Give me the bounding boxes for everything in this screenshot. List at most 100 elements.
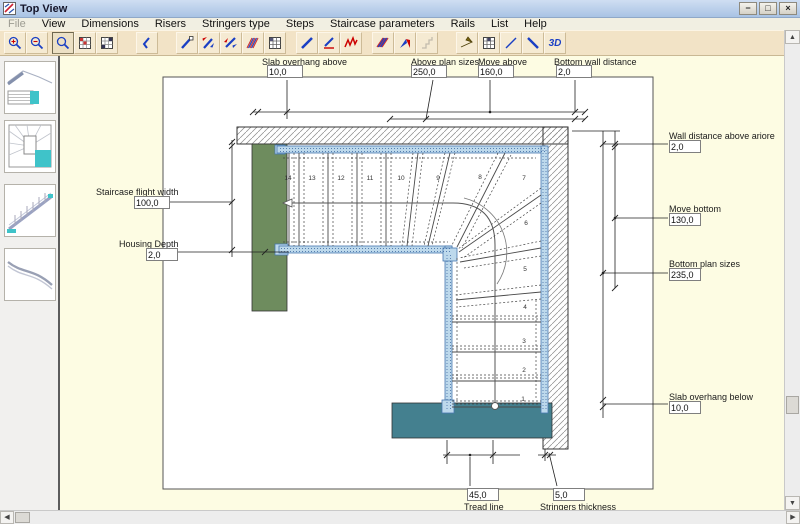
- maximize-button[interactable]: □: [759, 2, 777, 15]
- menu-bar: File View Dimensions Risers Stringers ty…: [0, 18, 800, 30]
- stringer-line-button[interactable]: [296, 32, 318, 54]
- scroll-left-button[interactable]: ◀: [0, 511, 14, 524]
- window-title: Top View: [20, 3, 67, 15]
- svg-text:12: 12: [337, 175, 345, 182]
- scroll-right-button[interactable]: ▶: [786, 511, 800, 524]
- bottom-wall-distance-input[interactable]: [556, 65, 592, 78]
- stairs-draw-icon: [179, 35, 195, 51]
- stairs-draw-button[interactable]: [176, 32, 198, 54]
- stringer-profile-icon: [5, 249, 55, 300]
- zoom-in-icon: [7, 35, 23, 51]
- arrow-pointer-button[interactable]: [456, 32, 478, 54]
- toolbar: 3D: [0, 30, 800, 56]
- table-blue-button[interactable]: [96, 32, 118, 54]
- staircase-plan-drawing: 14 13 12 11 10 9 8 7 6 5 4 3 2 1: [62, 56, 784, 510]
- line-slash-button[interactable]: [500, 32, 522, 54]
- railing-3d-icon: [5, 185, 55, 236]
- table-2-button[interactable]: [478, 32, 500, 54]
- vertical-scrollbar[interactable]: ▲ ▼: [784, 30, 800, 510]
- stringer-line-icon: [299, 35, 315, 51]
- view-3d-button[interactable]: 3D: [544, 32, 566, 54]
- line-slash-icon: [503, 35, 519, 51]
- line-backslash-icon: [525, 35, 541, 51]
- view-thumbnails-sidebar: [0, 56, 60, 510]
- stringers-thickness-input[interactable]: [553, 488, 585, 501]
- stairs-arrows-up-icon: [201, 35, 217, 51]
- thumbnail-elevation-view[interactable]: [4, 61, 56, 114]
- arrows-red-blue-icon: [397, 35, 413, 51]
- arrows-red-blue-button[interactable]: [394, 32, 416, 54]
- section-line-icon: [139, 35, 155, 51]
- slab-overhang-below-input[interactable]: [669, 401, 701, 414]
- menu-rails[interactable]: Rails: [443, 18, 483, 30]
- thumbnail-plan-view[interactable]: [4, 120, 56, 173]
- minimize-button[interactable]: −: [739, 2, 757, 15]
- application-window: Top View − □ × File View Dimensions Rise…: [0, 0, 800, 524]
- stairs-table-button[interactable]: [264, 32, 286, 54]
- magnifier-icon: [55, 35, 71, 51]
- housing-depth-input[interactable]: [146, 248, 178, 261]
- stairs-arrows-up-button[interactable]: [198, 32, 220, 54]
- svg-text:5: 5: [523, 266, 527, 273]
- horizontal-scroll-thumb[interactable]: [15, 512, 30, 523]
- wall-distance-above-input[interactable]: [669, 140, 701, 153]
- app-icon: [3, 2, 16, 15]
- horizontal-scrollbar[interactable]: ◀ ▶: [0, 510, 800, 524]
- stairs-arrows-down-button[interactable]: [220, 32, 242, 54]
- stairs-arrows-down-icon: [223, 35, 239, 51]
- table-2-icon: [481, 35, 497, 51]
- hatched-panel-button[interactable]: [372, 32, 394, 54]
- workspace: 14 13 12 11 10 9 8 7 6 5 4 3 2 1 Slab ov: [0, 56, 800, 510]
- svg-text:11: 11: [367, 175, 374, 182]
- stairs-hatched-button[interactable]: [242, 32, 264, 54]
- railing-zigzag-icon: [343, 35, 359, 51]
- vertical-scroll-thumb[interactable]: [786, 396, 799, 414]
- move-bottom-input[interactable]: [669, 213, 701, 226]
- stairs-table-icon: [267, 35, 283, 51]
- stairs-disabled-button: [416, 32, 438, 54]
- svg-text:13: 13: [308, 175, 316, 182]
- svg-text:2: 2: [522, 367, 526, 374]
- svg-text:7: 7: [522, 175, 526, 182]
- close-button[interactable]: ×: [779, 2, 797, 15]
- thumbnail-stringer-profile-view[interactable]: [4, 248, 56, 301]
- menu-risers[interactable]: Risers: [147, 18, 194, 30]
- menu-list[interactable]: List: [483, 18, 516, 30]
- svg-text:3: 3: [522, 338, 526, 345]
- table-red-icon: [77, 35, 93, 51]
- bottom-plan-sizes-input[interactable]: [669, 268, 701, 281]
- table-blue-icon: [99, 35, 115, 51]
- arrow-pointer-icon: [459, 35, 475, 51]
- menu-view[interactable]: View: [34, 18, 74, 30]
- elevation-view-icon: [5, 62, 55, 113]
- lower-landing-teal: [392, 403, 552, 438]
- menu-stringers-type[interactable]: Stringers type: [194, 18, 278, 30]
- svg-text:6: 6: [524, 220, 528, 227]
- view-3d-label: 3D: [549, 38, 562, 49]
- menu-dimensions[interactable]: Dimensions: [73, 18, 146, 30]
- railing-zigzag-button[interactable]: [340, 32, 362, 54]
- above-plan-sizes-input[interactable]: [411, 65, 447, 78]
- svg-text:1: 1: [521, 396, 525, 403]
- zoom-select-button[interactable]: [52, 32, 74, 54]
- line-backslash-button[interactable]: [522, 32, 544, 54]
- table-red-button[interactable]: [74, 32, 96, 54]
- tread-line-input[interactable]: [467, 488, 499, 501]
- stringer-line-red-button[interactable]: [318, 32, 340, 54]
- menu-help[interactable]: Help: [516, 18, 555, 30]
- staircase-flight-width-input[interactable]: [134, 196, 170, 209]
- slab-overhang-above-input[interactable]: [267, 65, 303, 78]
- drawing-canvas[interactable]: 14 13 12 11 10 9 8 7 6 5 4 3 2 1 Slab ov: [62, 56, 784, 510]
- stringer-line-red-icon: [321, 35, 337, 51]
- move-above-input[interactable]: [478, 65, 514, 78]
- thumbnail-railing-3d-view[interactable]: [4, 184, 56, 237]
- scroll-down-button[interactable]: ▼: [785, 496, 800, 510]
- svg-text:9: 9: [436, 175, 440, 182]
- scroll-up-button[interactable]: ▲: [785, 30, 800, 44]
- menu-steps[interactable]: Steps: [278, 18, 322, 30]
- section-line-button[interactable]: [136, 32, 158, 54]
- menu-file[interactable]: File: [0, 18, 34, 30]
- menu-staircase-parameters[interactable]: Staircase parameters: [322, 18, 443, 30]
- zoom-out-button[interactable]: [26, 32, 48, 54]
- zoom-in-button[interactable]: [4, 32, 26, 54]
